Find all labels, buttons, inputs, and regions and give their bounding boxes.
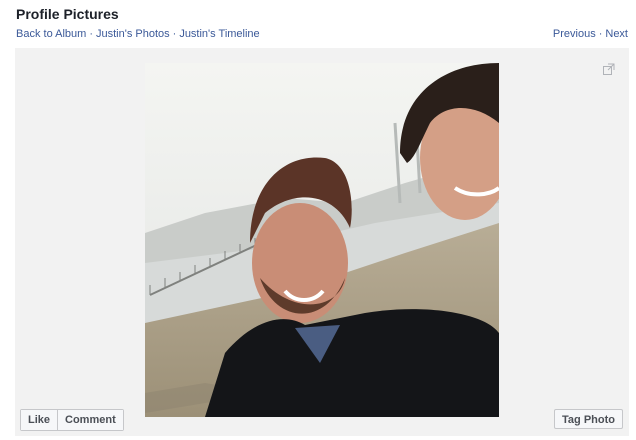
tag-photo-button[interactable]: Tag Photo (554, 409, 623, 429)
like-button[interactable]: Like (21, 410, 58, 430)
photo-image (145, 63, 499, 417)
breadcrumb-separator: · (172, 28, 177, 40)
page-title: Profile Pictures (16, 6, 119, 22)
justins-photos-link[interactable]: Justin's Photos (96, 28, 170, 40)
back-to-album-link[interactable]: Back to Album (16, 28, 86, 40)
justins-timeline-link[interactable]: Justin's Timeline (179, 28, 259, 40)
comment-button[interactable]: Comment (57, 410, 123, 430)
breadcrumb: Back to Album · Justin's Photos · Justin's T… (16, 28, 260, 40)
photo-stage: Like Comment Tag Photo (15, 48, 629, 436)
photo-action-group: Like Comment (20, 409, 124, 431)
previous-link[interactable]: Previous (553, 28, 596, 40)
profile-photo[interactable] (145, 63, 499, 417)
photo-pager: Previous · Next (553, 28, 628, 40)
next-link[interactable]: Next (605, 28, 628, 40)
photo-viewer-page: Profile Pictures Back to Album · Justin's … (0, 0, 636, 440)
breadcrumb-separator: · (89, 28, 93, 40)
pager-separator: · (598, 28, 603, 40)
expand-icon[interactable] (603, 62, 615, 75)
